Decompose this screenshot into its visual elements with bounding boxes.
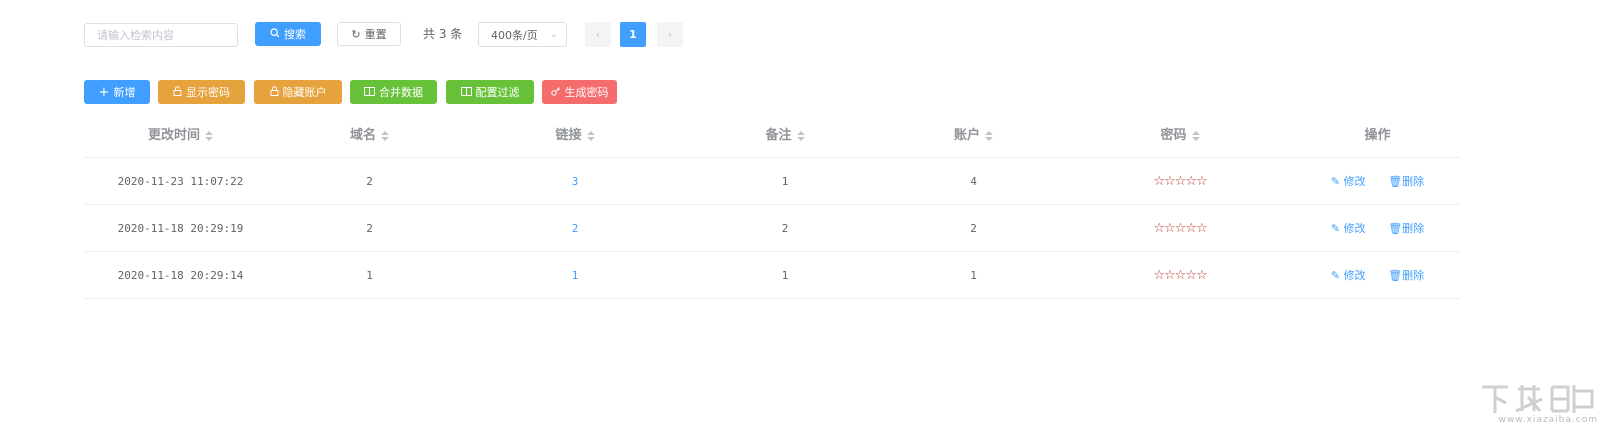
add-button[interactable]: + 新增	[84, 80, 150, 104]
config-filter-label: 配置过滤	[475, 86, 520, 99]
sort-icon[interactable]	[1191, 130, 1200, 141]
total-count: 共 3 条	[423, 27, 463, 41]
search-bar	[84, 22, 238, 48]
sort-icon[interactable]	[381, 130, 389, 141]
generate-password-label: 生成密码	[564, 86, 609, 99]
page-size-value: 400条/页	[491, 28, 538, 42]
edit-button[interactable]: ✎ 修改	[1331, 175, 1366, 188]
column-header-time[interactable]: 更改时间	[84, 110, 277, 158]
column-header-account[interactable]: 账户	[882, 110, 1065, 158]
columns-icon	[460, 86, 472, 99]
search-input[interactable]	[84, 23, 238, 47]
cell-password-masked: ☆☆☆☆☆	[1153, 220, 1207, 236]
add-button-label: 新增	[113, 86, 136, 99]
cell-password-masked: ☆☆☆☆☆	[1153, 267, 1207, 283]
cell-account: 4	[882, 157, 1065, 205]
column-header-password[interactable]: 密码	[1065, 110, 1295, 158]
column-label: 密码	[1160, 128, 1187, 143]
trash-icon: 🗑	[1388, 175, 1403, 188]
edit-label: 修改	[1343, 222, 1366, 235]
column-label: 域名	[349, 128, 376, 143]
trash-icon: 🗑	[1388, 269, 1403, 282]
merge-data-label: 合并数据	[379, 86, 423, 99]
column-label: 更改时间	[147, 128, 200, 143]
cell-time: 2020-11-18 20:29:19	[84, 204, 277, 252]
edit-button[interactable]: ✎ 修改	[1331, 222, 1366, 235]
table-row: 2020-11-23 11:07:22 2 3 1 4 ☆☆☆☆☆ ✎ 修改 🗑…	[84, 157, 1460, 205]
edit-icon: ✎	[1330, 269, 1341, 282]
cell-time: 2020-11-23 11:07:22	[84, 157, 277, 205]
column-label: 操作	[1364, 128, 1391, 143]
search-button[interactable]: 搜索	[255, 22, 321, 46]
edit-icon: ✎	[1330, 175, 1341, 188]
cell-account: 1	[882, 251, 1065, 299]
delete-button[interactable]: 🗑删除	[1388, 175, 1424, 188]
search-icon	[270, 27, 280, 41]
table-row: 2020-11-18 20:29:19 2 2 2 2 ☆☆☆☆☆ ✎ 修改 🗑…	[84, 204, 1460, 252]
delete-button[interactable]: 🗑删除	[1388, 222, 1424, 235]
hide-account-button[interactable]: 隐藏账户	[254, 80, 342, 104]
plus-icon: +	[98, 84, 110, 100]
cell-note: 1	[688, 157, 882, 205]
next-page-button[interactable]: ›	[657, 22, 683, 47]
column-label: 备注	[765, 128, 792, 143]
sort-icon[interactable]	[985, 130, 993, 141]
reset-button[interactable]: ↻ 重置	[337, 22, 401, 46]
column-header-actions: 操作	[1295, 110, 1460, 158]
cell-domain: 2	[277, 157, 462, 205]
chevron-right-icon: ›	[667, 28, 673, 41]
cell-domain: 1	[277, 251, 462, 299]
watermark-logo: www.xiazaiba.com	[1478, 381, 1598, 425]
cell-time: 2020-11-18 20:29:14	[84, 251, 277, 299]
config-filter-button[interactable]: 配置过滤	[446, 80, 534, 104]
page-number-1[interactable]: 1	[620, 22, 646, 47]
column-header-domain[interactable]: 域名	[277, 110, 462, 158]
cell-link[interactable]: 1	[572, 269, 579, 282]
edit-label: 修改	[1343, 269, 1366, 282]
password-table: 更改时间 域名 链接 备注 账户 密码 操作 2020-11-23 11:07:…	[84, 110, 1460, 299]
key-icon	[550, 86, 561, 99]
lock-icon	[270, 85, 279, 99]
unlock-icon	[173, 85, 182, 99]
watermark-logo-mark	[1482, 385, 1594, 413]
sort-icon[interactable]	[796, 130, 805, 141]
search-button-label: 搜索	[284, 28, 306, 41]
delete-label: 删除	[1402, 175, 1425, 188]
cell-link[interactable]: 3	[572, 175, 579, 188]
prev-page-button[interactable]: ‹	[585, 22, 611, 47]
hide-account-label: 隐藏账户	[282, 86, 327, 99]
table-row: 2020-11-18 20:29:14 1 1 1 1 ☆☆☆☆☆ ✎ 修改 🗑…	[84, 251, 1460, 299]
show-password-button[interactable]: 显示密码	[158, 80, 245, 104]
sort-icon[interactable]	[586, 130, 595, 141]
delete-label: 删除	[1402, 269, 1425, 282]
cell-note: 1	[688, 251, 882, 299]
chevron-left-icon: ‹	[595, 28, 601, 41]
column-header-link[interactable]: 链接	[462, 110, 688, 158]
sort-icon[interactable]	[205, 130, 213, 141]
table-header-row: 更改时间 域名 链接 备注 账户 密码 操作	[84, 110, 1460, 158]
edit-icon: ✎	[1330, 222, 1341, 235]
column-header-note[interactable]: 备注	[688, 110, 882, 158]
refresh-icon: ↻	[351, 27, 361, 41]
merge-data-button[interactable]: 合并数据	[350, 80, 437, 104]
columns-icon	[364, 86, 375, 99]
chevron-down-icon: ⌄	[549, 29, 558, 40]
delete-label: 删除	[1402, 222, 1425, 235]
reset-button-label: 重置	[364, 28, 387, 41]
page-size-select[interactable]: 400条/页 ⌄	[478, 22, 567, 47]
edit-button[interactable]: ✎ 修改	[1331, 269, 1366, 282]
cell-domain: 2	[277, 204, 462, 252]
cell-link[interactable]: 2	[572, 222, 579, 235]
watermark-domain: www.xiazaiba.com	[1498, 415, 1598, 425]
generate-password-button[interactable]: 生成密码	[542, 80, 617, 104]
show-password-label: 显示密码	[186, 86, 230, 99]
cell-note: 2	[688, 204, 882, 252]
edit-label: 修改	[1343, 175, 1366, 188]
cell-account: 2	[882, 204, 1065, 252]
column-label: 链接	[555, 128, 582, 143]
column-label: 账户	[953, 128, 980, 143]
trash-icon: 🗑	[1388, 222, 1403, 235]
delete-button[interactable]: 🗑删除	[1388, 269, 1424, 282]
cell-password-masked: ☆☆☆☆☆	[1153, 173, 1207, 189]
